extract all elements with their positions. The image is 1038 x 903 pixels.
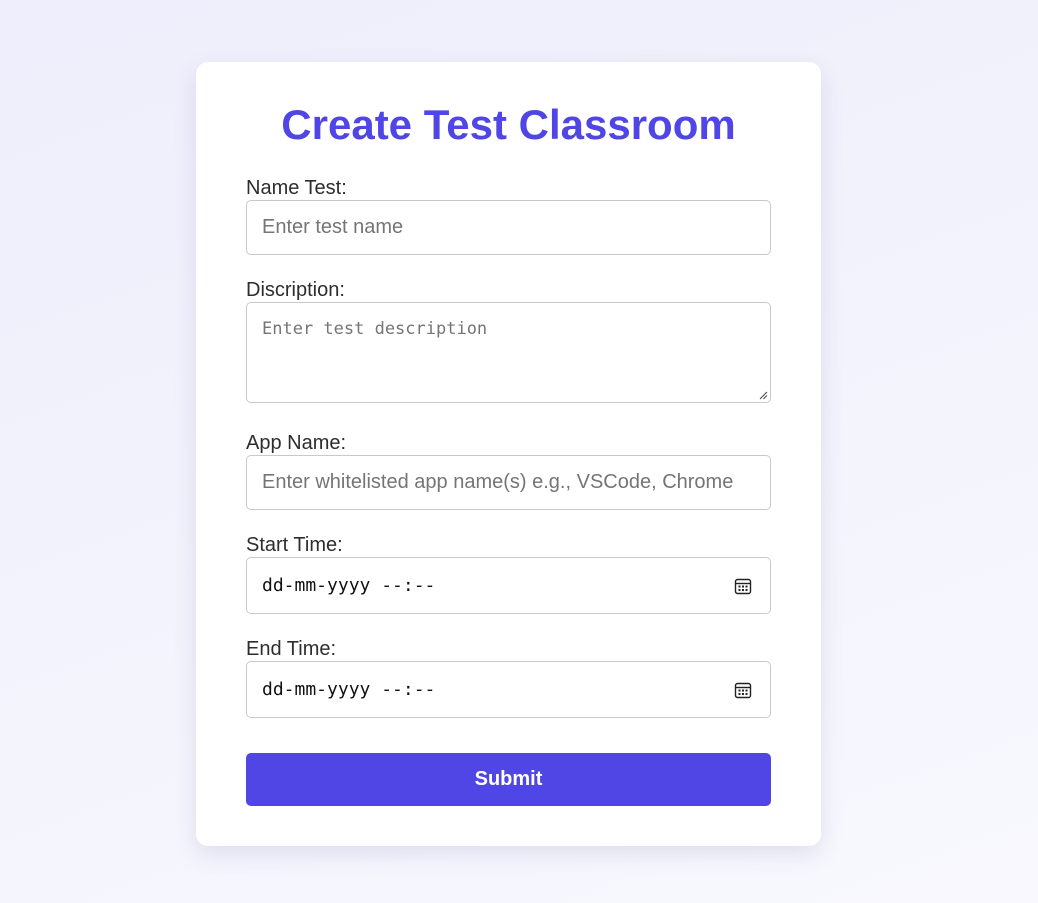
name-test-label: Name Test:	[246, 177, 347, 199]
calendar-icon[interactable]	[734, 577, 752, 595]
create-test-form-card: Create Test Classroom Name Test: Enter t…	[196, 62, 821, 846]
start-time-label: Start Time:	[246, 534, 343, 556]
end-time-input[interactable]: dd-mm-yyyy --:--	[246, 661, 771, 718]
start-time-input[interactable]: dd-mm-yyyy --:--	[246, 557, 771, 614]
end-time-label: End Time:	[246, 638, 337, 660]
calendar-icon[interactable]	[734, 681, 752, 699]
start-time-field: Start Time: dd-mm-yyyy --:--	[246, 533, 771, 614]
end-time-field: End Time: dd-mm-yyyy --:--	[246, 637, 771, 718]
submit-row: Submit	[246, 753, 771, 806]
page-title: Create Test Classroom	[281, 101, 736, 148]
description-field: Discription: Enter test description	[246, 278, 771, 403]
description-label: Discription:	[246, 279, 345, 301]
app-name-field: App Name: Enter whitelisted app name(s) …	[246, 431, 771, 510]
name-test-input[interactable]: Enter test name	[246, 200, 771, 255]
name-test-field: Name Test: Enter test name	[246, 176, 771, 255]
description-textarea[interactable]: Enter test description	[246, 302, 771, 403]
start-time-value: dd-mm-yyyy --:--	[262, 575, 436, 596]
app-name-input[interactable]: Enter whitelisted app name(s) e.g., VSCo…	[246, 455, 771, 510]
resize-grip-icon[interactable]	[758, 390, 768, 400]
submit-button[interactable]: Submit	[246, 753, 771, 806]
app-name-label: App Name:	[246, 432, 347, 454]
end-time-value: dd-mm-yyyy --:--	[262, 679, 436, 700]
description-placeholder: Enter test description	[262, 319, 488, 339]
